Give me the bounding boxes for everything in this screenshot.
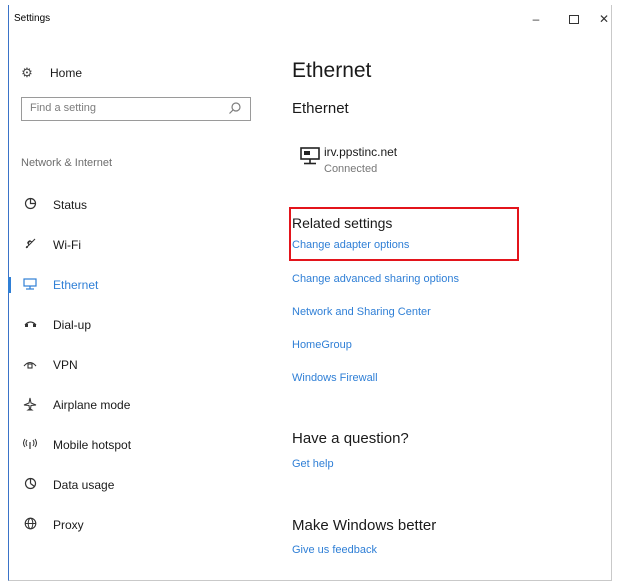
feedback-title: Make Windows better bbox=[292, 517, 437, 534]
sidebar-item-proxy[interactable]: Proxy bbox=[9, 505, 279, 545]
sidebar-item-status[interactable]: Status bbox=[9, 185, 279, 225]
proxy-icon bbox=[22, 517, 38, 533]
vpn-icon bbox=[22, 359, 38, 372]
monitor-icon bbox=[300, 147, 320, 170]
sidebar-item-label: Data usage bbox=[53, 478, 115, 492]
get-help-link[interactable]: Get help bbox=[292, 458, 334, 470]
home-nav-item[interactable]: ⚙ Home bbox=[19, 63, 82, 83]
windows-firewall-link[interactable]: Windows Firewall bbox=[292, 372, 378, 384]
sidebar-item-label: Mobile hotspot bbox=[53, 438, 132, 452]
ethernet-icon bbox=[22, 277, 38, 293]
sidebar-nav: Status Wi-Fi Ethernet Dial-up VPN Airpla… bbox=[8, 185, 279, 545]
network-sharing-center-link[interactable]: Network and Sharing Center bbox=[292, 306, 431, 318]
change-adapter-options-link[interactable]: Change adapter options bbox=[292, 239, 409, 251]
selection-indicator bbox=[8, 277, 11, 293]
sidebar-item-data-usage[interactable]: Data usage bbox=[9, 465, 279, 505]
home-label: Home bbox=[50, 66, 83, 80]
dialup-icon bbox=[22, 319, 38, 332]
sidebar-item-wifi[interactable]: Wi-Fi bbox=[9, 225, 279, 265]
sidebar-item-label: Wi-Fi bbox=[53, 238, 81, 252]
gear-icon: ⚙ bbox=[21, 65, 33, 80]
sidebar-item-label: Ethernet bbox=[53, 278, 99, 292]
status-icon bbox=[22, 197, 38, 213]
data-usage-icon bbox=[22, 477, 38, 493]
sidebar-item-airplane[interactable]: Airplane mode bbox=[9, 385, 279, 425]
sidebar-item-dialup[interactable]: Dial-up bbox=[9, 305, 279, 345]
search-box[interactable]: Find a setting bbox=[21, 97, 251, 121]
network-name: irv.ppstinc.net bbox=[324, 145, 398, 159]
airplane-icon bbox=[22, 397, 38, 414]
wifi-icon bbox=[22, 237, 38, 253]
settings-window: Settings – ✕ ⚙ Home Find a setting Netwo… bbox=[8, 5, 612, 581]
homegroup-link[interactable]: HomeGroup bbox=[292, 339, 352, 351]
hotspot-icon bbox=[22, 438, 38, 453]
change-advanced-sharing-link[interactable]: Change advanced sharing options bbox=[292, 273, 459, 285]
give-feedback-link[interactable]: Give us feedback bbox=[292, 544, 377, 556]
page-title: Ethernet bbox=[292, 59, 372, 82]
sidebar-item-label: Proxy bbox=[53, 518, 84, 532]
network-status: Connected bbox=[324, 163, 378, 175]
sidebar-item-vpn[interactable]: VPN bbox=[9, 345, 279, 385]
sidebar-item-ethernet[interactable]: Ethernet bbox=[8, 265, 279, 305]
question-title: Have a question? bbox=[292, 430, 409, 447]
main-content: Ethernet Ethernet irv.ppstinc.net Connec… bbox=[289, 5, 611, 580]
search-input[interactable]: Find a setting bbox=[30, 102, 96, 114]
section-label: Network & Internet bbox=[21, 157, 113, 169]
sidebar-item-label: Status bbox=[53, 198, 88, 212]
sidebar-item-label: Dial-up bbox=[53, 318, 92, 332]
window-title: Settings bbox=[14, 13, 51, 24]
sidebar-item-label: VPN bbox=[53, 358, 78, 372]
sidebar-item-label: Airplane mode bbox=[53, 398, 131, 412]
search-icon[interactable] bbox=[228, 101, 242, 120]
section-title: Ethernet bbox=[292, 100, 349, 117]
related-settings-title: Related settings bbox=[292, 215, 393, 231]
sidebar-item-hotspot[interactable]: Mobile hotspot bbox=[9, 425, 279, 465]
